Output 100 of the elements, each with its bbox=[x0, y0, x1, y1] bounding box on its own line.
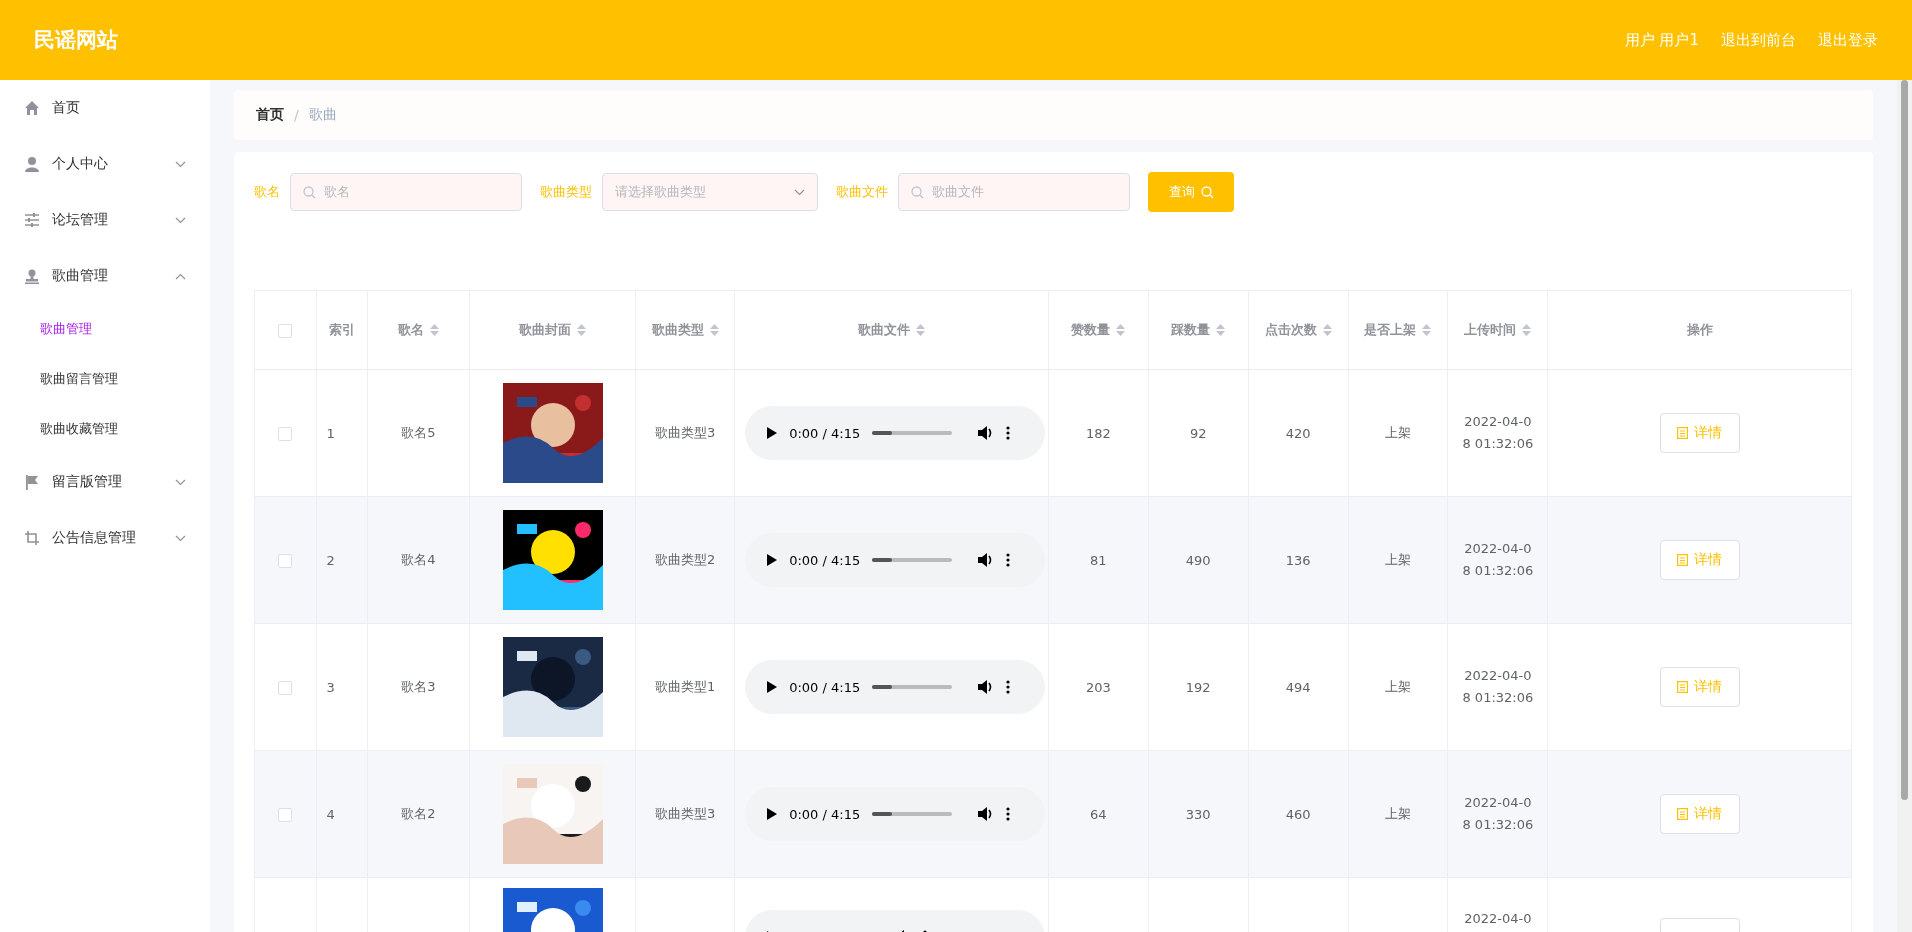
sidebar-subitem[interactable]: 歌曲管理 bbox=[0, 304, 92, 354]
checkbox[interactable] bbox=[278, 553, 293, 568]
column-header: 歌曲类型 bbox=[651, 321, 704, 339]
table-cell: 136 bbox=[1285, 552, 1311, 568]
column-header: 索引 bbox=[328, 321, 355, 339]
table-cell-text: 2022-04-08 01:32:06 bbox=[1461, 794, 1534, 834]
table-cell: 1 bbox=[326, 425, 335, 441]
breadcrumb-separator: / bbox=[294, 107, 299, 123]
table-cell: 歌曲类型3 bbox=[655, 806, 716, 821]
field-label: 歌曲文件 bbox=[836, 183, 888, 201]
play-icon[interactable] bbox=[767, 808, 778, 820]
audio-time: 0:00 / 4:15 bbox=[789, 425, 861, 441]
table-cell: 3 bbox=[326, 679, 335, 695]
checkbox[interactable] bbox=[278, 680, 293, 695]
table-cell: 64 bbox=[1090, 806, 1107, 822]
column-header: 歌曲文件 bbox=[858, 321, 911, 339]
table-cell: 81 bbox=[1090, 552, 1107, 568]
table-cell: 4 bbox=[326, 806, 335, 822]
breadcrumb-current: 歌曲 bbox=[308, 106, 337, 124]
more-icon[interactable] bbox=[1006, 426, 1011, 440]
audio-player[interactable]: 0:00 / 4:15 bbox=[745, 787, 1046, 841]
table-cell: 420 bbox=[1285, 425, 1311, 441]
sidebar-subitem[interactable]: 歌曲留言管理 bbox=[0, 354, 118, 404]
sort-icon[interactable] bbox=[1322, 324, 1332, 336]
table-cell: 歌名2 bbox=[401, 806, 436, 821]
audio-time: 0:00 / 4:15 bbox=[789, 679, 861, 695]
column-header: 歌名 bbox=[397, 321, 424, 339]
more-icon[interactable] bbox=[1006, 680, 1011, 694]
audio-player[interactable]: 0:00 / 4:15 bbox=[745, 533, 1046, 587]
chevron-down-icon bbox=[794, 188, 805, 196]
play-icon[interactable] bbox=[767, 554, 778, 566]
column-header: 是否上架 bbox=[1364, 321, 1417, 339]
search-icon bbox=[1200, 185, 1214, 199]
table-cell: 490 bbox=[1185, 552, 1211, 568]
checkbox[interactable] bbox=[278, 426, 293, 441]
table-cell-text: 2022-04-08 01:32:06 bbox=[1461, 540, 1534, 580]
audio-player[interactable]: 0:00 / 4:15 bbox=[745, 406, 1046, 460]
column-header: 踩数量 bbox=[1171, 321, 1211, 339]
sidebar-item[interactable]: 留言版管理 bbox=[0, 454, 210, 510]
field-label: 歌名 bbox=[254, 183, 280, 201]
stamp-icon bbox=[24, 268, 40, 284]
sort-icon[interactable] bbox=[1422, 324, 1432, 336]
audio-time: 0:00 / 4:15 bbox=[789, 552, 861, 568]
audio-progress[interactable] bbox=[872, 431, 953, 435]
sort-icon[interactable] bbox=[1116, 324, 1126, 336]
table-cell: 2 bbox=[326, 552, 335, 568]
table-cell: 上架 bbox=[1385, 425, 1411, 440]
more-icon[interactable] bbox=[1006, 553, 1011, 567]
table-cell: 歌名3 bbox=[401, 679, 436, 694]
more-icon[interactable] bbox=[1006, 807, 1011, 821]
scrollbar[interactable] bbox=[1897, 80, 1912, 932]
sidebar-item[interactable]: 个人中心 bbox=[0, 136, 210, 192]
table-cell: 192 bbox=[1185, 679, 1211, 695]
sidebar-item[interactable]: 公告信息管理 bbox=[0, 510, 210, 566]
sort-icon[interactable] bbox=[916, 324, 926, 336]
sidebar-subitem[interactable]: 歌曲收藏管理 bbox=[0, 404, 118, 454]
column-header: 上传时间 bbox=[1464, 321, 1517, 339]
table-cell: 92 bbox=[1189, 425, 1207, 441]
sort-icon[interactable] bbox=[577, 324, 587, 336]
document-icon bbox=[1677, 808, 1689, 820]
table-cell: 182 bbox=[1085, 425, 1111, 441]
column-header: 点击次数 bbox=[1264, 321, 1317, 339]
checkbox[interactable] bbox=[278, 807, 293, 822]
play-icon[interactable] bbox=[767, 681, 778, 693]
column-header: 歌曲封面 bbox=[519, 321, 572, 339]
table-cell: 上架 bbox=[1385, 806, 1411, 821]
document-icon bbox=[1677, 554, 1689, 566]
sort-icon[interactable] bbox=[709, 324, 719, 336]
audio-progress[interactable] bbox=[872, 558, 953, 562]
audio-player[interactable]: 0:00 / 4:15 bbox=[745, 660, 1046, 714]
sort-icon[interactable] bbox=[429, 324, 439, 336]
sort-icon[interactable] bbox=[1522, 324, 1532, 336]
document-icon bbox=[1677, 427, 1689, 439]
column-header: 操作 bbox=[1686, 321, 1713, 339]
table-cell: 460 bbox=[1285, 806, 1311, 822]
checkbox[interactable] bbox=[278, 323, 293, 338]
crop-icon bbox=[24, 530, 40, 546]
sidebar-item[interactable]: 首页 bbox=[0, 80, 210, 136]
table-cell: 203 bbox=[1085, 679, 1111, 695]
sidebar-item[interactable]: 歌曲管理 bbox=[0, 248, 210, 304]
audio-progress[interactable] bbox=[872, 685, 953, 689]
table-cell: 歌曲类型1 bbox=[655, 679, 716, 694]
site-title: 民谣网站 bbox=[34, 27, 118, 54]
home-icon bbox=[24, 100, 40, 116]
table-cell: 494 bbox=[1285, 679, 1311, 695]
play-icon[interactable] bbox=[767, 427, 778, 439]
document-icon bbox=[1677, 681, 1689, 693]
sliders-icon bbox=[24, 212, 40, 228]
breadcrumb-link[interactable]: 首页 bbox=[256, 106, 284, 124]
table-cell: 上架 bbox=[1385, 679, 1411, 694]
table-cell: 330 bbox=[1185, 806, 1211, 822]
sort-icon[interactable] bbox=[1216, 324, 1226, 336]
column-header: 赞数量 bbox=[1071, 321, 1111, 339]
search-icon bbox=[911, 185, 924, 199]
table-cell-text: 2022-04-08 01:32:06 bbox=[1461, 413, 1534, 453]
field-label: 歌曲类型 bbox=[540, 183, 592, 201]
sidebar-item[interactable]: 论坛管理 bbox=[0, 192, 210, 248]
audio-progress[interactable] bbox=[872, 812, 953, 816]
table-cell-text: 2022-04-0 bbox=[1463, 910, 1533, 928]
table-cell: 歌名4 bbox=[401, 552, 436, 567]
